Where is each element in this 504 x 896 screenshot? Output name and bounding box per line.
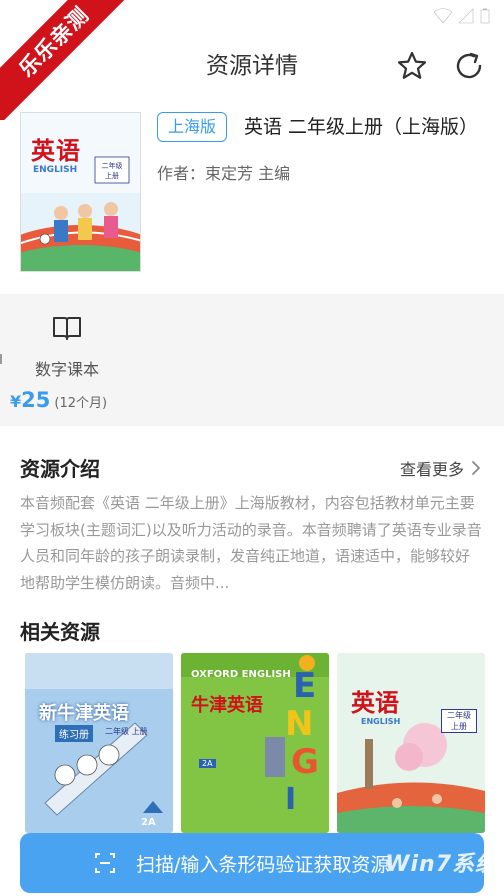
page: 乐乐亲测 资源详情 二年级 上册 英语 ENGLISH 上海版 英语 二年级上册… <box>0 0 504 896</box>
related-cover-2: E N G I <box>181 653 329 833</box>
view-more-link[interactable]: 查看更多 <box>400 456 482 480</box>
related-1-subtitle: 练习册 <box>55 725 93 742</box>
svg-text:二年级: 二年级 <box>102 161 123 170</box>
related-3-subtitle: ENGLISH <box>361 717 401 726</box>
related-3-grade: 二年级 上册 <box>441 709 477 733</box>
cover-title: 英语 <box>31 137 81 165</box>
related-cover-3 <box>337 653 485 833</box>
svg-text:I: I <box>285 782 296 817</box>
product-band: 数字课本 ¥25 (12个月) <box>0 294 504 426</box>
related-2-level: 2A <box>199 759 216 768</box>
share-refresh-icon[interactable] <box>453 50 485 82</box>
related-title: 相关资源 <box>20 620 100 644</box>
svg-text:E: E <box>293 666 316 706</box>
related-3-title: 英语 <box>351 689 399 717</box>
open-book-icon <box>53 317 81 340</box>
digital-textbook-option[interactable]: 数字课本 <box>22 314 112 380</box>
price: ¥25 (12个月) <box>10 388 107 412</box>
related-cover-1 <box>25 653 173 833</box>
svg-text:G: G <box>291 742 319 782</box>
related-list: 新牛津英语 练习册 二年级 上册 2A E N G I OXFORD ENGLI… <box>25 653 485 833</box>
scan-icon <box>95 853 115 873</box>
edition-tag: 上海版 <box>157 112 228 142</box>
promo-ribbon: 乐乐亲测 <box>0 0 140 120</box>
favorite-star-icon[interactable] <box>396 50 428 82</box>
chevron-right-icon <box>472 461 480 475</box>
related-2-subtitle: OXFORD ENGLISH <box>191 669 291 680</box>
view-more-label: 查看更多 <box>399 460 464 479</box>
scan-button-label: 扫描/输入条形码验证获取资源 <box>136 853 390 876</box>
price-value: 25 <box>21 388 51 412</box>
book-info: 二年级 上册 英语 ENGLISH 上海版 英语 二年级上册（上海版） 作者：束… <box>0 98 504 294</box>
svg-text:上册: 上册 <box>105 171 119 180</box>
wifi-icon <box>433 8 453 28</box>
related-item-oxford[interactable]: E N G I OXFORD ENGLISH 牛津英语 2A <box>181 653 329 833</box>
intro-title: 资源介绍 <box>20 457 100 481</box>
watermark: Win7系统 <box>385 852 498 877</box>
status-icons <box>433 8 490 28</box>
price-period: (12个月) <box>54 396 108 411</box>
svg-text:N: N <box>285 704 313 744</box>
ribbon-text: 乐乐亲测 <box>0 0 139 120</box>
book-author: 作者：束定芳 主编 <box>157 164 291 183</box>
related-1-title: 新牛津英语 <box>39 703 129 724</box>
band-edge-mark <box>0 354 2 364</box>
related-item-english[interactable]: 英语 ENGLISH 二年级 上册 <box>337 653 485 833</box>
related-1-level: 2A <box>141 817 156 828</box>
related-item-new-oxford[interactable]: 新牛津英语 练习册 二年级 上册 2A <box>25 653 173 833</box>
cover-english: ENGLISH <box>33 165 78 175</box>
price-currency: ¥ <box>10 392 22 411</box>
intro-text: 本音频配套《英语 二年级上册》上海版教材，内容包括教材单元主要学习板块(主题词汇… <box>20 494 482 592</box>
battery-icon <box>480 8 490 28</box>
related-2-title: 牛津英语 <box>191 695 263 716</box>
digital-textbook-label: 数字课本 <box>34 360 99 379</box>
book-title: 英语 二年级上册（上海版） <box>244 116 479 138</box>
related-1-grade: 二年级 上册 <box>105 727 148 736</box>
book-cover[interactable]: 二年级 上册 英语 ENGLISH <box>20 112 141 272</box>
signal-icon <box>458 8 474 28</box>
